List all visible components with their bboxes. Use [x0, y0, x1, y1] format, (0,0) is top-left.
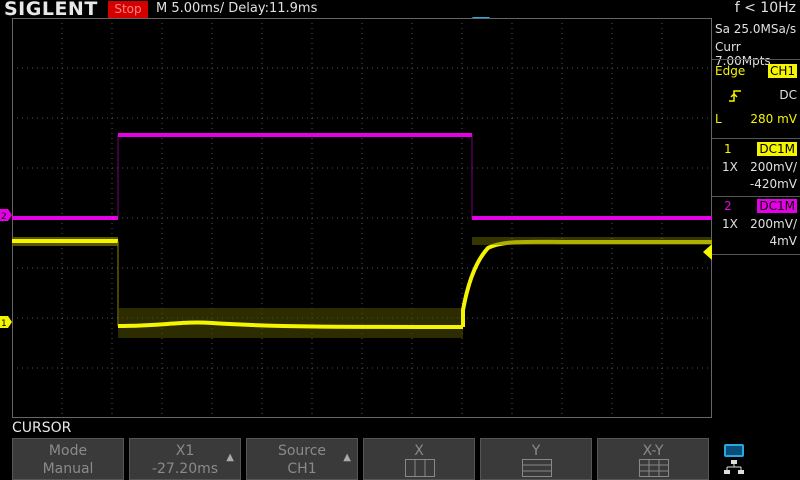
trigger-type-row[interactable]: Edge CH1 [712, 64, 800, 83]
ch2-offset-row[interactable]: 4mV [712, 234, 800, 253]
trigger-level-label: L [715, 112, 722, 126]
trigger-level-arrow-icon [703, 244, 712, 260]
ch2-offset: 4mV [769, 234, 797, 248]
trigger-source-badge: CH1 [767, 64, 797, 78]
ch2-probe: 1X [722, 217, 738, 231]
network-icon [724, 460, 744, 474]
frequency-counter: f < 10Hz [734, 0, 796, 16]
softkey-bar: Mode Manual X1 -27.20ms ▲ Source CH1 ▲ X… [12, 438, 712, 480]
sample-rate-value: Sa 25.0MSa/s [715, 22, 797, 36]
trigger-type: Edge [715, 64, 746, 78]
ch1-vdiv: 200mV/ [750, 160, 797, 174]
ch1-marker-label: 1 [1, 319, 7, 329]
info-side-panel: Sa 25.0MSa/s Curr 7.00Mpts Edge CH1 DC L… [712, 18, 800, 418]
softkey-mode[interactable]: Mode Manual [12, 438, 124, 480]
sample-rate-row: Sa 25.0MSa/s [712, 22, 800, 41]
softkey-x1-value: -27.20ms [151, 461, 219, 477]
ch1-header-row[interactable]: 1 DC1M [712, 142, 800, 161]
rising-edge-icon [729, 90, 741, 102]
trigger-coupling: DC [779, 88, 797, 102]
ch2-coupling-badge: DC1M [757, 199, 797, 213]
timebase-readout[interactable]: M 5.00ms/ Delay:11.9ms [156, 1, 317, 16]
ch1-coupling-badge: DC1M [757, 142, 797, 156]
ch1-probe: 1X [722, 160, 738, 174]
softkey-source-label: Source [277, 443, 327, 459]
softkey-source-value: CH1 [287, 461, 317, 477]
y-cursor-icon [522, 459, 552, 477]
softkey-x-label: X [414, 443, 424, 459]
softkey-mode-label: Mode [48, 443, 88, 459]
top-status-bar: SIGLENT Stop M 5.00ms/ Delay:11.9ms f < … [0, 0, 800, 20]
softkey-xy-label: X-Y [642, 443, 664, 459]
softkey-x1-label: X1 [175, 443, 195, 459]
ch1-offset: -420mV [749, 177, 797, 191]
adjust-knob-icon: ▲ [226, 452, 234, 463]
trigger-slope-row[interactable]: DC [712, 88, 800, 107]
ch2-vdiv: 200mV/ [750, 217, 797, 231]
softkey-x[interactable]: X [363, 438, 475, 480]
run-status-badge[interactable]: Stop [108, 1, 148, 18]
connectivity-status [716, 440, 796, 478]
menu-title: CURSOR [12, 420, 72, 436]
x-cursor-icon [405, 459, 435, 477]
trigger-level-row[interactable]: L 280 mV [712, 112, 800, 131]
ch1-number: 1 [724, 142, 732, 156]
adjust-knob-icon: ▲ [343, 452, 351, 463]
xy-cursor-icon [639, 459, 669, 477]
waveform-display[interactable] [12, 18, 712, 418]
ch1-offset-row[interactable]: -420mV [712, 177, 800, 196]
trigger-level-value: 280 mV [750, 112, 797, 126]
softkey-mode-value: Manual [42, 461, 94, 477]
brand-logo: SIGLENT [4, 0, 98, 20]
softkey-y-label: Y [531, 443, 541, 459]
ch2-number: 2 [724, 199, 732, 213]
channel-markers: 2 1 [0, 209, 12, 329]
softkey-source[interactable]: Source CH1 ▲ [246, 438, 358, 480]
softkey-y[interactable]: Y [480, 438, 592, 480]
ch2-header-row[interactable]: 2 DC1M [712, 199, 800, 218]
softkey-x1[interactable]: X1 -27.20ms ▲ [129, 438, 241, 480]
ch2-marker-label: 2 [1, 212, 7, 222]
memory-depth-row: Curr 7.00Mpts [712, 40, 800, 68]
softkey-xy[interactable]: X-Y [597, 438, 709, 480]
usb-icon [724, 444, 744, 457]
